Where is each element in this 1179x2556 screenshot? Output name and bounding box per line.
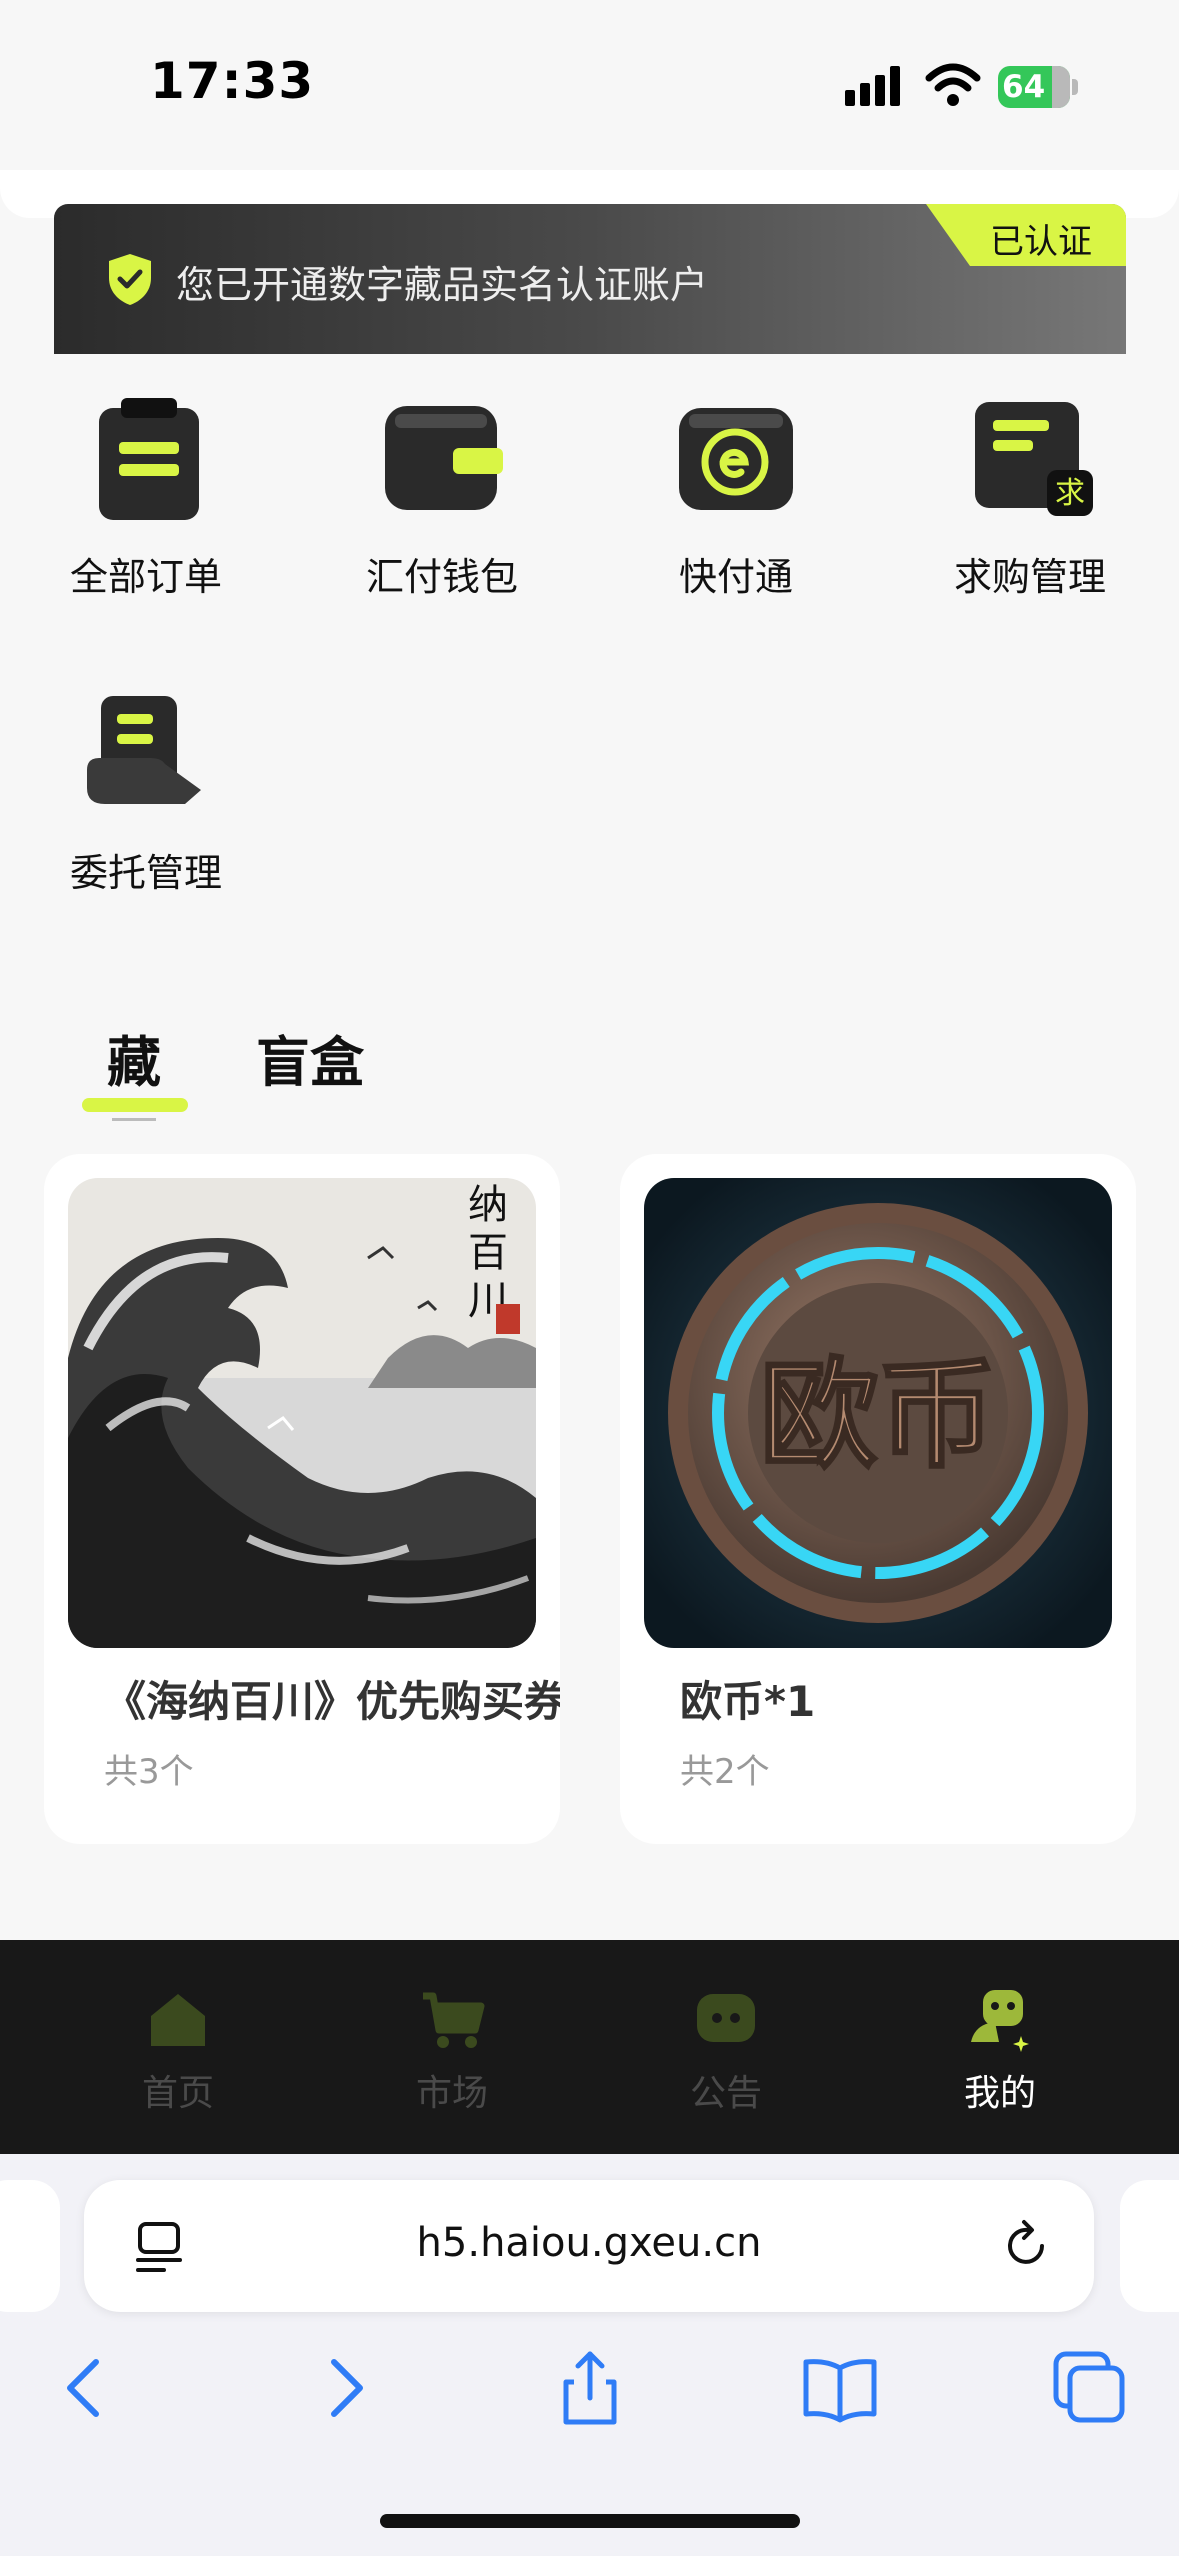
wifi-icon — [925, 63, 981, 106]
collection-title: 欧币*1 — [680, 1677, 816, 1726]
nav-market[interactable]: 市场 — [352, 1940, 552, 2154]
forward-icon[interactable] — [302, 2348, 382, 2428]
announcement-icon — [697, 1994, 755, 2042]
quick-pay-icon — [679, 408, 793, 510]
verified-account-text: 您已开通数字藏品实名认证账户 — [176, 263, 709, 307]
menu-quick-pay[interactable]: 快付通 — [626, 396, 846, 636]
nav-announcements[interactable]: 公告 — [626, 1940, 826, 2154]
back-icon[interactable] — [48, 2348, 128, 2428]
menu-wallet[interactable]: 汇付钱包 — [332, 396, 552, 636]
battery-level: 64 — [1002, 69, 1046, 105]
collection-image-coin: 欧币 — [644, 1178, 1112, 1648]
collection-card[interactable]: 欧币 欧币*1 共2个 — [620, 1154, 1136, 1844]
nav-label: 首页 — [141, 2073, 214, 2114]
previous-tab-preview[interactable] — [0, 2180, 60, 2312]
menu-consignments[interactable]: 委托管理 — [36, 692, 256, 932]
collection-count: 共3个 — [104, 1752, 194, 1792]
menu-label: 快付通 — [678, 555, 793, 599]
painting-inscription: 纳 — [468, 1182, 508, 1228]
nav-label: 市场 — [415, 2073, 488, 2114]
home-icon — [151, 1994, 205, 2046]
next-tab-preview[interactable] — [1120, 2180, 1179, 2312]
purchase-request-icon: 求 — [975, 402, 1093, 516]
tab-blind-box[interactable]: 盲盒 — [256, 1018, 364, 1097]
tab-collections[interactable]: 藏 — [107, 1018, 161, 1097]
tab-indicator-line — [112, 1118, 156, 1121]
verified-badge: 已认证 — [926, 204, 1126, 266]
collection-title: 《海纳百川》优先购买券 — [104, 1677, 560, 1726]
nav-label: 我的 — [963, 2073, 1036, 2114]
collection-image-waves: 纳 百 川 — [68, 1178, 536, 1648]
share-icon[interactable] — [550, 2348, 630, 2428]
consignment-icon — [87, 696, 201, 804]
nav-label: 公告 — [689, 2073, 762, 2114]
battery-indicator: 64 — [998, 66, 1078, 108]
svg-text:百: 百 — [468, 1230, 508, 1276]
coin-image: 欧币 — [644, 1178, 1112, 1648]
svg-text:求: 求 — [1055, 476, 1085, 511]
verified-account-banner[interactable]: 您已开通数字藏品实名认证账户 已认证 — [54, 204, 1126, 354]
profile-mascot-icon — [971, 1990, 1029, 2052]
cellular-signal-icon — [845, 66, 900, 106]
shield-check-icon — [109, 254, 151, 305]
status-time: 17:33 — [150, 52, 315, 110]
tabs-icon[interactable] — [1050, 2348, 1130, 2428]
wave-painting-image: 纳 百 川 — [68, 1178, 536, 1648]
menu-label: 求购管理 — [953, 555, 1106, 599]
nav-home[interactable]: 首页 — [78, 1940, 278, 2154]
menu-label: 委托管理 — [69, 851, 222, 895]
active-tab-indicator — [82, 1098, 188, 1112]
address-bar[interactable]: h5.haiou.gxeu.cn — [84, 2180, 1094, 2312]
url-text[interactable]: h5.haiou.gxeu.cn — [84, 2220, 1094, 2266]
bookmarks-icon[interactable] — [800, 2348, 880, 2428]
wallet-icon — [385, 406, 503, 510]
reload-icon[interactable] — [998, 2218, 1054, 2274]
nav-profile[interactable]: 我的 — [900, 1940, 1100, 2154]
menu-purchase-requests[interactable]: 求 求购管理 — [920, 396, 1140, 636]
collection-count: 共2个 — [680, 1752, 770, 1792]
collection-card[interactable]: 纳 百 川 《海纳百川》优先购买券 共3个 — [44, 1154, 560, 1844]
verified-badge-label: 已认证 — [990, 222, 1092, 262]
home-indicator — [380, 2514, 800, 2528]
coin-inscription: 欧币 — [760, 1346, 996, 1484]
menu-all-orders[interactable]: 全部订单 — [36, 396, 256, 636]
menu-label: 全部订单 — [69, 555, 222, 599]
cart-icon — [423, 1992, 485, 2048]
menu-label: 汇付钱包 — [365, 555, 518, 599]
orders-icon — [99, 398, 199, 520]
